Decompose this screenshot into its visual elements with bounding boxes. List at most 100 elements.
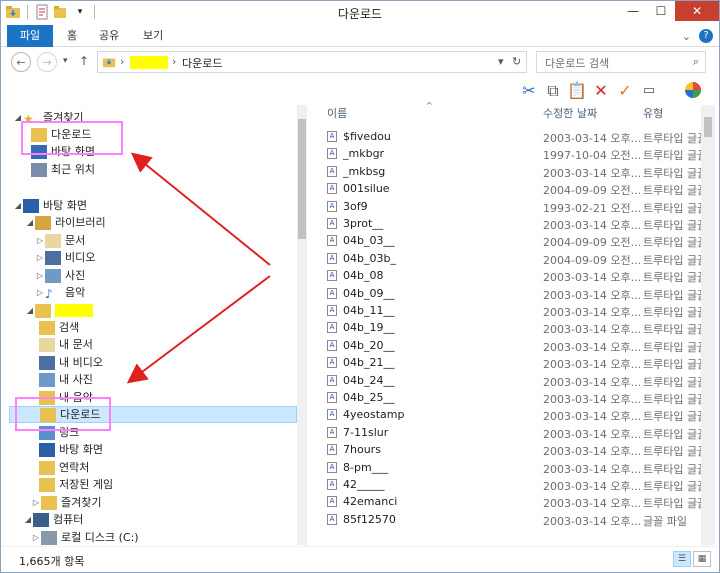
nav-user-videos[interactable]: 내 비디오	[39, 354, 103, 371]
file-type: 트루타입 글꼴	[643, 340, 708, 354]
nav-user-contacts[interactable]: 연락처	[39, 459, 89, 476]
nav-user-documents[interactable]: 내 문서	[39, 336, 93, 353]
breadcrumb-separator[interactable]: ›	[120, 55, 124, 68]
details-view-icon[interactable]: ☰	[673, 551, 691, 567]
table-row[interactable]: A 04b_25__ 2003-03-14 오후... 트루타입 글꼴	[321, 389, 707, 406]
table-row[interactable]: A 04b_20__ 2003-03-14 오후... 트루타입 글꼴	[321, 337, 707, 354]
search-input[interactable]: 다운로드 검색 ⌕	[536, 51, 706, 73]
table-row[interactable]: A 04b_11__ 2003-03-14 오후... 트루타입 글꼴	[321, 302, 707, 319]
file-name: 3of9	[343, 199, 368, 213]
delete-icon[interactable]: ✕	[591, 81, 611, 101]
breadcrumb-downloads[interactable]: 다운로드	[182, 55, 222, 71]
column-headers: ^ 이름 수정한 날짜 유형	[321, 101, 711, 123]
search-icon[interactable]: ⌕	[693, 55, 699, 69]
table-row[interactable]: A 85f12570 2003-03-14 오후... 글꼴 파일	[321, 511, 701, 528]
nav-user-desktop[interactable]: 바탕 화면	[39, 441, 103, 458]
up-arrow-icon[interactable]: ↑	[79, 54, 89, 68]
column-name[interactable]: 이름	[327, 105, 347, 121]
large-icons-view-icon[interactable]: ▦	[693, 551, 711, 567]
nav-user-searches[interactable]: 검색	[39, 319, 79, 336]
scrollbar-thumb[interactable]	[298, 119, 306, 239]
properties-icon[interactable]	[683, 81, 703, 101]
table-row[interactable]: A 04b_21__ 2003-03-14 오후... 트루타입 글꼴	[321, 354, 707, 371]
scrollbar-thumb[interactable]	[704, 117, 712, 137]
annotation-box-user-downloads	[15, 397, 111, 431]
maximize-button[interactable]: ☐	[647, 1, 675, 21]
file-type: 트루타입 글꼴	[643, 149, 708, 163]
table-row[interactable]: A 04b_08 2003-03-14 오후... 트루타입 글꼴	[321, 267, 707, 284]
nav-user-saved-games[interactable]: 저장된 게임	[39, 476, 113, 493]
redacted-user-crumb[interactable]	[130, 56, 168, 69]
table-row[interactable]: A 8-pm___ 2003-03-14 오후... 트루타입 글꼴	[321, 459, 707, 476]
refresh-icon[interactable]: ↻	[512, 55, 521, 68]
back-button[interactable]: ←	[11, 52, 31, 72]
table-row[interactable]: A _mkbgr 1997-10-04 오전... 트루타입 글꼴	[321, 145, 707, 162]
table-row[interactable]: A 42emanci 2003-03-14 오후... 트루타입 글꼴	[321, 493, 707, 511]
file-date: 2003-03-14 오후...	[543, 497, 642, 511]
nav-user-favorites[interactable]: ▷ 즐겨찾기	[31, 494, 101, 511]
nav-lib-videos[interactable]: ▷ 비디오	[35, 249, 95, 266]
table-row[interactable]: A 04b_03b_ 2004-09-09 오전... 트루타입 글꼴	[321, 250, 707, 267]
nav-lib-pictures[interactable]: ▷ 사진	[35, 267, 85, 284]
expand-ribbon-icon[interactable]: ⌄	[682, 30, 691, 43]
table-row[interactable]: A 4yeostamp 2003-03-14 오후... 트루타입 글꼴	[321, 406, 707, 423]
column-modified[interactable]: 수정한 날짜	[543, 105, 597, 121]
nav-label: 음악	[65, 286, 86, 299]
nav-lib-documents[interactable]: ▷ 문서	[35, 232, 85, 249]
close-button[interactable]: ✕	[675, 1, 719, 21]
nav-user-folder[interactable]: ◢	[25, 302, 93, 319]
tab-home[interactable]: 홈	[57, 25, 87, 47]
nav-label: 내 비디오	[59, 356, 103, 369]
address-dropdown-icon[interactable]: ▾	[498, 55, 504, 68]
nav-local-disk[interactable]: ▷ 로컬 디스크 (C:)	[31, 529, 139, 545]
table-row[interactable]: A 7hours 2003-03-14 오후... 트루타입 글꼴	[321, 441, 707, 458]
paste-icon[interactable]: 📋	[567, 81, 587, 101]
nav-label: 바탕 화면	[59, 443, 103, 456]
table-row[interactable]: A 04b_24__ 2003-03-14 오후... 트루타입 글꼴	[321, 372, 707, 389]
file-date: 2003-03-14 오후...	[543, 427, 642, 441]
tab-file[interactable]: 파일	[7, 25, 53, 47]
table-row[interactable]: A 7-11slur 2003-03-14 오후... 트루타입 글꼴	[321, 424, 707, 441]
nav-user-pictures[interactable]: 내 사진	[39, 371, 93, 388]
scissors-icon[interactable]: ✂	[519, 81, 539, 101]
tab-view[interactable]: 보기	[133, 25, 173, 47]
breadcrumb-separator[interactable]: ›	[172, 55, 176, 68]
forward-button[interactable]: →	[37, 52, 57, 72]
recent-locations-icon[interactable]: ▾	[63, 56, 68, 66]
tab-share[interactable]: 공유	[89, 25, 129, 47]
copy-icon[interactable]: ⧉	[543, 81, 563, 101]
nav-libraries[interactable]: ◢ 라이브러리	[25, 214, 106, 231]
file-date: 2003-03-14 오후...	[543, 393, 642, 406]
file-date: 2003-03-14 오후...	[543, 340, 642, 354]
help-icon[interactable]: ?	[699, 29, 713, 43]
file-name: _mkbgr	[343, 147, 385, 161]
rename-icon[interactable]: ▭	[639, 81, 659, 101]
font-file-icon: A	[327, 392, 337, 403]
nav-scrollbar[interactable]	[297, 105, 307, 545]
file-type: 트루타입 글꼴	[643, 184, 708, 198]
table-row[interactable]: A 42_____ 2003-03-14 오후... 트루타입 글꼴	[321, 476, 707, 493]
sort-ascending-icon: ^	[426, 101, 433, 110]
table-row[interactable]: A 001silue 2004-09-09 오전... 트루타입 글꼴	[321, 180, 707, 197]
table-row[interactable]: A _mkbsg 2003-03-14 오후... 트루타입 글꼴	[321, 163, 707, 180]
address-bar[interactable]: › › 다운로드 ▾ ↻	[97, 51, 527, 73]
nav-fav-recent[interactable]: 최근 위치	[31, 161, 95, 178]
table-row[interactable]: A 04b_09__ 2003-03-14 오후... 트루타입 글꼴	[321, 285, 707, 302]
content-scrollbar[interactable]	[701, 105, 715, 545]
table-row[interactable]: A 04b_19__ 2003-03-14 오후... 트루타입 글꼴	[321, 319, 707, 336]
nav-desktop[interactable]: ◢ 바탕 화면	[13, 197, 87, 214]
nav-label: 라이브러리	[55, 216, 106, 229]
table-row[interactable]: A 3of9 1993-02-21 오전... 트루타입 글꼴	[321, 198, 707, 215]
nav-lib-music[interactable]: ▷ ♪ 음악	[35, 284, 85, 301]
column-type[interactable]: 유형	[643, 105, 663, 121]
redacted-user-name	[55, 304, 93, 317]
minimize-button[interactable]: —	[619, 1, 647, 21]
table-row[interactable]: A $fivedou 2003-03-14 오후... 트루타입 글꼴	[321, 128, 707, 145]
table-row[interactable]: A 3prot__ 2003-03-14 오후... 트루타입 글꼴	[321, 215, 707, 232]
file-date: 2003-03-14 오후...	[543, 462, 642, 476]
nav-computer[interactable]: ◢ 컴퓨터	[23, 511, 83, 528]
checkmark-icon[interactable]: ✓	[615, 81, 635, 101]
table-row[interactable]: A 04b_03__ 2004-09-09 오전... 트루타입 글꼴	[321, 232, 707, 249]
nav-label: 연락처	[59, 461, 90, 474]
font-file-icon: A	[327, 409, 337, 421]
